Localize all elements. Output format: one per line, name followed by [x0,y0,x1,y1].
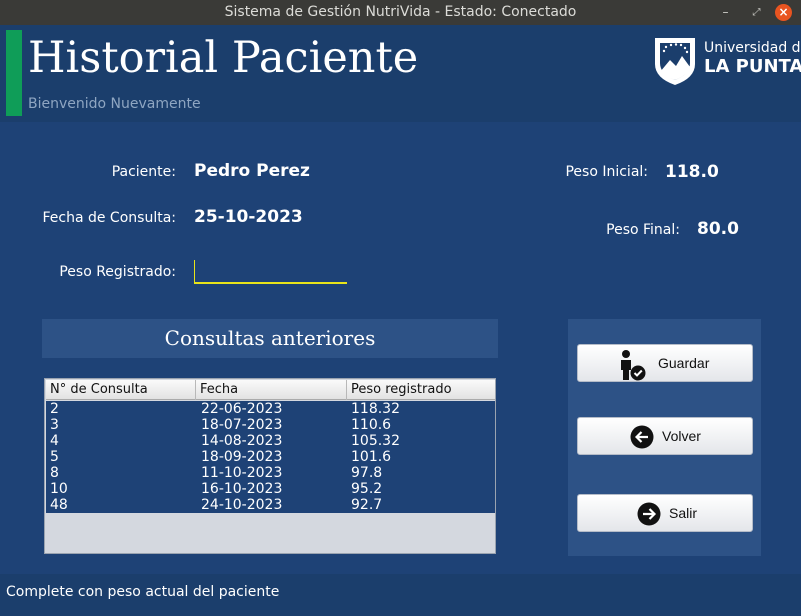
accent-bar [6,30,22,116]
exit-button[interactable]: Salir [577,494,753,532]
weight-label: Peso Registrado: [59,264,176,280]
welcome-subtitle: Bienvenido Nuevamente [28,96,201,112]
initial-weight: 118.0 [665,162,719,182]
exit-button-label: Salir [669,505,698,521]
final-weight: 80.0 [697,219,739,239]
column-header-date[interactable]: Fecha [196,380,347,400]
status-message: Complete con peso actual del paciente [6,584,280,600]
cell-weight: 105.32 [351,433,400,449]
column-header-weight[interactable]: Peso registrado [347,380,495,400]
cell-date: 11-10-2023 [201,465,283,481]
table-row[interactable]: 10 16-10-2023 95.2 [46,481,495,497]
shield-logo-icon [655,38,695,85]
initial-weight-label: Peso Inicial: [565,164,648,180]
logo-text-name: LA PUNTA [704,56,801,77]
save-button[interactable]: Guardar [577,344,753,382]
table-row[interactable]: 48 24-10-2023 92.7 [46,497,495,513]
action-panel: Guardar Volver Salir [568,319,761,556]
main-panel: Paciente: Pedro Perez Fecha de Consulta:… [0,122,801,574]
close-icon[interactable]: × [775,4,792,21]
consult-date-label: Fecha de Consulta: [42,210,176,226]
status-bar: Complete con peso actual del paciente [0,574,801,616]
back-button-label: Volver [662,428,701,444]
cell-weight: 118.32 [351,401,400,417]
cell-number: 5 [50,449,59,465]
history-table[interactable]: N° de Consulta Fecha Peso registrado 2 2… [44,378,496,554]
cell-weight: 110.6 [351,417,392,433]
maximize-icon[interactable]: ⤢ [748,4,765,21]
save-button-label: Guardar [658,355,710,371]
cell-number: 2 [50,401,59,417]
cell-number: 10 [50,481,68,497]
cell-number: 48 [50,497,68,513]
logo-text-university: Universidad de [704,40,801,56]
page-title: Historial Paciente [28,33,419,83]
cell-weight: 95.2 [351,481,383,497]
window-titlebar: Sistema de Gestión NutriVida - Estado: C… [0,0,801,25]
back-button[interactable]: Volver [577,417,753,455]
cell-date: 24-10-2023 [201,497,283,513]
patient-name: Pedro Perez [194,161,310,181]
cell-date: 18-09-2023 [201,449,283,465]
cell-weight: 92.7 [351,497,383,513]
weight-input[interactable] [194,260,347,284]
user-check-icon [621,350,646,381]
table-row[interactable]: 8 11-10-2023 97.8 [46,465,495,481]
cell-date: 18-07-2023 [201,417,283,433]
table-row[interactable]: 2 22-06-2023 118.32 [46,401,495,417]
minimize-icon[interactable]: – [717,4,734,21]
consult-date: 25-10-2023 [194,207,303,227]
cell-date: 14-08-2023 [201,433,283,449]
final-weight-label: Peso Final: [606,222,680,238]
arrow-right-circle-icon [637,502,661,526]
cell-weight: 101.6 [351,449,392,465]
cell-date: 16-10-2023 [201,481,283,497]
university-logo: Universidad de LA PUNTA [650,34,801,86]
arrow-left-circle-icon [630,425,654,449]
cell-number: 4 [50,433,59,449]
table-body: 2 22-06-2023 118.32 3 18-07-2023 110.6 4… [46,401,495,513]
cell-number: 3 [50,417,59,433]
table-row[interactable]: 4 14-08-2023 105.32 [46,433,495,449]
patient-label: Paciente: [111,164,176,180]
table-header: N° de Consulta Fecha Peso registrado [46,380,495,400]
header: Historial Paciente Bienvenido Nuevamente… [0,25,801,122]
cell-date: 22-06-2023 [201,401,283,417]
column-header-number[interactable]: N° de Consulta [46,380,196,400]
history-title: Consultas anteriores [42,319,498,358]
window-title: Sistema de Gestión NutriVida - Estado: C… [224,4,577,20]
table-row[interactable]: 5 18-09-2023 101.6 [46,449,495,465]
table-row[interactable]: 3 18-07-2023 110.6 [46,417,495,433]
cell-number: 8 [50,465,59,481]
cell-weight: 97.8 [351,465,383,481]
